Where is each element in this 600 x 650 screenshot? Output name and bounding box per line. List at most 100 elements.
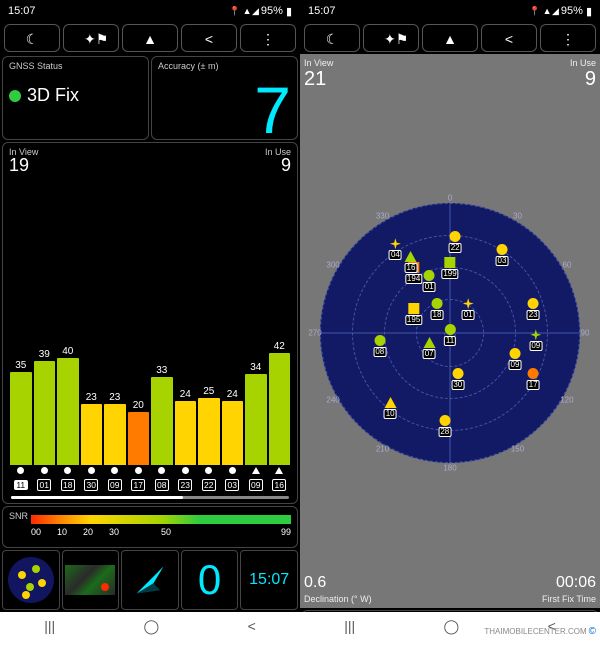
night-mode-button[interactable]: ☾ <box>304 24 360 52</box>
sat-shape-icon <box>252 467 260 474</box>
degree-label: 300 <box>326 261 339 270</box>
bar-id-cell: 11 <box>10 466 32 493</box>
home-button[interactable]: ◯ <box>144 618 160 635</box>
degree-label: 270 <box>308 328 321 337</box>
back-button[interactable]: < <box>248 618 256 634</box>
tile-compass[interactable] <box>121 550 179 610</box>
toolbar: ☾ ✦⚑ ▲ < ⋮ <box>300 22 600 54</box>
screen-sky-plot: 15:07 📍 ▲ ◢ 95% ▮ ☾ ✦⚑ ▲ < ⋮ In View In … <box>300 0 600 640</box>
sat-shape-icon <box>275 467 283 474</box>
sat-id: 01 <box>37 479 51 491</box>
bar-value: 39 <box>39 349 50 360</box>
clock: 15:07 <box>8 5 36 17</box>
bar <box>104 404 126 465</box>
sat-shape-icon <box>463 298 474 309</box>
wifi-icon: ▲ ◢ <box>243 6 258 17</box>
fix-indicator-icon <box>9 90 21 102</box>
accuracy-label: Accuracy (± m) <box>158 61 291 71</box>
bars-ids: 110118300917082322030916 <box>9 465 291 494</box>
sat-shape-icon <box>423 337 435 348</box>
accuracy-value: 7 <box>254 84 291 137</box>
sat-id: 28 <box>438 427 451 437</box>
bar <box>128 412 150 465</box>
bar-id-cell: 09 <box>245 466 267 493</box>
degree-label: 90 <box>581 328 590 337</box>
tile-skyplot[interactable] <box>2 550 60 610</box>
snr-tick: 30 <box>109 527 119 537</box>
bar-col: 24 <box>222 389 244 465</box>
arrow-up-icon: ▲ <box>143 31 157 45</box>
tile-clock[interactable]: 15:07 <box>240 550 298 610</box>
sat-id: 22 <box>449 243 462 253</box>
bar-col: 23 <box>104 392 126 465</box>
sat-id: 04 <box>389 250 402 260</box>
sat-shape-icon <box>229 467 236 474</box>
bar-col: 34 <box>245 362 267 465</box>
satellite-icon: ✦⚑ <box>84 31 98 45</box>
sat-shape-icon <box>408 303 419 314</box>
wifi-icon: ▲ ◢ <box>543 6 558 17</box>
bar-value: 23 <box>109 392 120 403</box>
sat-id: 07 <box>423 349 436 359</box>
direction-button[interactable]: ▲ <box>422 24 478 52</box>
scroll-indicator[interactable] <box>11 496 289 499</box>
menu-button[interactable]: ⋮ <box>240 24 296 52</box>
bar-col: 25 <box>198 386 220 465</box>
moon-icon: ☾ <box>25 31 39 45</box>
sat-id: 08 <box>373 347 386 357</box>
bar-value: 33 <box>156 365 167 376</box>
status-bar: 15:07 📍 ▲ ◢ 95% ▮ <box>300 0 600 22</box>
gnss-status-card[interactable]: GNSS Status 3D Fix <box>2 56 149 140</box>
inuse-value: 9 <box>585 68 596 91</box>
bar-id-cell: 22 <box>198 466 220 493</box>
sat-id: 09 <box>529 341 542 351</box>
home-button[interactable]: ◯ <box>444 618 460 635</box>
sat-shape-icon <box>444 257 455 268</box>
bar <box>175 401 197 465</box>
recent-apps-button[interactable]: ||| <box>44 618 55 634</box>
sat-shape-icon <box>497 244 508 255</box>
tile-map[interactable] <box>62 550 120 610</box>
sat-id: 08 <box>155 479 169 491</box>
map-icon <box>65 565 115 595</box>
bar-col: 20 <box>128 400 150 465</box>
mini-sky-icon <box>8 557 54 603</box>
bar-id-cell: 16 <box>269 466 291 493</box>
bar-id-cell: 08 <box>151 466 173 493</box>
recent-apps-button[interactable]: ||| <box>344 618 355 634</box>
share-button[interactable]: < <box>481 24 537 52</box>
tile-speed[interactable]: 0 <box>181 550 239 610</box>
watermark: THAIMOBILECENTER.COM© <box>484 626 596 637</box>
sat-shape-icon <box>405 251 417 262</box>
degree-label: 180 <box>443 463 456 472</box>
share-button[interactable]: < <box>181 24 237 52</box>
bars-area: 353940232320332425243442 <box>9 176 291 465</box>
bar-col: 35 <box>10 360 32 465</box>
direction-button[interactable]: ▲ <box>122 24 178 52</box>
night-mode-button[interactable]: ☾ <box>4 24 60 52</box>
bar <box>57 358 79 465</box>
bar <box>269 353 291 465</box>
kebab-icon: ⋮ <box>561 31 575 45</box>
clock: 15:07 <box>308 5 336 17</box>
inview-value: 19 <box>9 155 29 176</box>
bar-id-cell: 18 <box>57 466 79 493</box>
satellite-marker: 195 <box>405 303 422 325</box>
sky-plot[interactable]: 0306090120150180210240270300330042203199… <box>304 91 596 574</box>
satellite-marker: 07 <box>423 337 436 359</box>
snr-chart-card[interactable]: In View In Use 19 9 35394023232033242524… <box>2 142 298 504</box>
battery-text: 95% <box>561 5 583 17</box>
satellite-marker: 01 <box>423 270 436 292</box>
accuracy-card[interactable]: Accuracy (± m) 7 <box>151 56 298 140</box>
sat-id: 23 <box>527 310 540 320</box>
menu-button[interactable]: ⋮ <box>540 24 596 52</box>
degree-label: 330 <box>376 211 389 220</box>
constellation-button[interactable]: ✦⚑ <box>63 24 119 52</box>
satellite-marker: 04 <box>389 238 402 260</box>
bar-col: 23 <box>81 392 103 465</box>
sat-shape-icon <box>424 270 435 281</box>
tile-time: 15:07 <box>249 571 289 589</box>
constellation-button[interactable]: ✦⚑ <box>363 24 419 52</box>
sat-shape-icon <box>111 467 118 474</box>
satellite-marker: 01 <box>462 298 475 320</box>
